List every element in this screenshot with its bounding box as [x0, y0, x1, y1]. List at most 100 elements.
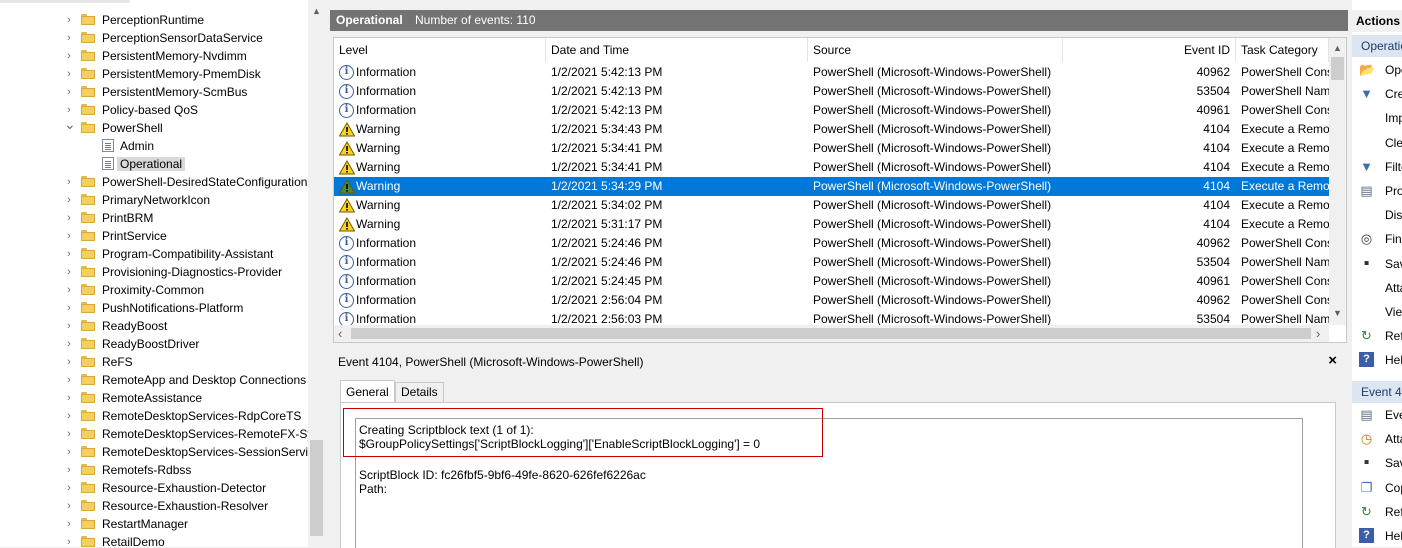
- grid-hscroll-thumb[interactable]: [351, 328, 1311, 339]
- table-row[interactable]: Warning 1/2/2021 5:34:43 PM PowerShell (Mi…: [334, 120, 1329, 139]
- chevron-right-icon[interactable]: ›: [64, 446, 74, 458]
- tree-item[interactable]: › ReFS: [0, 353, 308, 371]
- chevron-right-icon[interactable]: ›: [64, 14, 74, 26]
- tree-item[interactable]: › PerceptionRuntime: [0, 11, 308, 29]
- chevron-right-icon[interactable]: ›: [64, 86, 74, 98]
- scroll-up-arrow-icon[interactable]: ▲: [1333, 43, 1342, 53]
- chevron-right-icon[interactable]: ›: [64, 248, 74, 260]
- column-header[interactable]: Event ID: [1063, 38, 1236, 62]
- table-row[interactable]: i Information 1/2/2021 5:42:13 PM PowerShel…: [334, 101, 1329, 120]
- chevron-right-icon[interactable]: ›: [64, 68, 74, 80]
- tree-item[interactable]: › PushNotifications-Platform: [0, 299, 308, 317]
- tree-item[interactable]: › RemoteApp and Desktop Connections: [0, 371, 308, 389]
- tree-item[interactable]: › PersistentMemory-Nvdimm: [0, 47, 308, 65]
- tab-general[interactable]: General: [340, 380, 395, 403]
- tree-item[interactable]: › Resource-Exhaustion-Detector: [0, 479, 308, 497]
- chevron-right-icon[interactable]: ›: [64, 500, 74, 512]
- action-item[interactable]: ? Help: [1352, 524, 1402, 547]
- tree-item[interactable]: › ReadyBoost: [0, 317, 308, 335]
- action-item[interactable]: View: [1352, 300, 1402, 324]
- tree-item[interactable]: › PrintBRM: [0, 209, 308, 227]
- tree-item[interactable]: › PrintService: [0, 227, 308, 245]
- chevron-right-icon[interactable]: ›: [64, 320, 74, 332]
- tab-details[interactable]: Details: [395, 382, 444, 402]
- column-header[interactable]: Level: [334, 38, 546, 62]
- tree-item[interactable]: › RemoteDesktopServices-RdpCoreTS: [0, 407, 308, 425]
- chevron-right-icon[interactable]: ›: [64, 50, 74, 62]
- column-header[interactable]: Source: [808, 38, 1063, 62]
- action-item[interactable]: Disable Log: [1352, 203, 1402, 227]
- grid-horizontal-scrollbar[interactable]: ‹ ›: [334, 325, 1329, 342]
- tree-item[interactable]: › RemoteDesktopServices-RemoteFX-Syn: [0, 425, 308, 443]
- chevron-right-icon[interactable]: ›: [64, 338, 74, 350]
- action-item[interactable]: ❐ Copy: [1352, 476, 1402, 500]
- table-row[interactable]: i Information 1/2/2021 5:24:45 PM PowerShel…: [334, 272, 1329, 291]
- tree-item[interactable]: Admin: [0, 137, 308, 155]
- actions-section-log[interactable]: Operational: [1352, 35, 1402, 57]
- tree-item[interactable]: › RetailDemo: [0, 533, 308, 547]
- action-item[interactable]: ▤ Properties: [1352, 179, 1402, 203]
- table-row[interactable]: Warning 1/2/2021 5:34:29 PM PowerShell (Mi…: [334, 177, 1329, 196]
- chevron-right-icon[interactable]: ›: [64, 230, 74, 242]
- action-item[interactable]: Clear Log...: [1352, 131, 1402, 155]
- tree-item[interactable]: › Policy-based QoS: [0, 101, 308, 119]
- tree-item[interactable]: › PerceptionSensorDataService: [0, 29, 308, 47]
- action-item[interactable]: Attach a Task To this Log...: [1352, 276, 1402, 300]
- close-icon[interactable]: ×: [1328, 352, 1337, 369]
- action-item[interactable]: ▼ Filter Current Log...: [1352, 155, 1402, 179]
- chevron-right-icon[interactable]: ›: [64, 266, 74, 278]
- table-row[interactable]: i Information 1/2/2021 5:24:46 PM PowerShel…: [334, 253, 1329, 272]
- chevron-right-icon[interactable]: ›: [64, 176, 74, 188]
- chevron-right-icon[interactable]: ›: [64, 32, 74, 44]
- chevron-right-icon[interactable]: ›: [64, 518, 74, 530]
- scroll-down-arrow-icon[interactable]: ▼: [1333, 308, 1342, 318]
- action-item[interactable]: ▪ Save All Events As...: [1352, 252, 1402, 276]
- table-row[interactable]: Warning 1/2/2021 5:34:02 PM PowerShell (Mi…: [334, 196, 1329, 215]
- scroll-right-arrow-icon[interactable]: ›: [1316, 326, 1320, 341]
- action-item[interactable]: ◷ Attach Task To This Event...: [1352, 427, 1402, 451]
- tree-scroll-thumb[interactable]: [310, 440, 323, 536]
- chevron-right-icon[interactable]: ›: [64, 536, 74, 547]
- action-item[interactable]: ▼ Create Custom View...: [1352, 82, 1402, 106]
- chevron-right-icon[interactable]: ›: [64, 356, 74, 368]
- table-row[interactable]: Warning 1/2/2021 5:34:41 PM PowerShell (Mi…: [334, 139, 1329, 158]
- action-item[interactable]: ↻ Refresh: [1352, 500, 1402, 524]
- tree-item[interactable]: ⌄ PowerShell: [0, 119, 308, 137]
- tree-item[interactable]: › Proximity-Common: [0, 281, 308, 299]
- action-item[interactable]: ↻ Refresh: [1352, 324, 1402, 348]
- table-row[interactable]: i Information 1/2/2021 5:42:13 PM PowerShel…: [334, 82, 1329, 101]
- table-row[interactable]: i Information 1/2/2021 5:24:46 PM PowerShel…: [334, 234, 1329, 253]
- grid-vertical-scrollbar[interactable]: ▲ ▼: [1329, 38, 1346, 325]
- table-row[interactable]: Warning 1/2/2021 5:31:17 PM PowerShell (Mi…: [334, 215, 1329, 234]
- chevron-right-icon[interactable]: ›: [64, 464, 74, 476]
- tree-item[interactable]: › RemoteDesktopServices-SessionService: [0, 443, 308, 461]
- column-header[interactable]: Date and Time: [546, 38, 808, 62]
- action-item[interactable]: ? Help: [1352, 348, 1402, 372]
- scroll-up-arrow-icon[interactable]: ▲: [312, 6, 321, 16]
- chevron-right-icon[interactable]: ›: [64, 104, 74, 116]
- action-item[interactable]: 📂 Open Saved Log...: [1352, 58, 1402, 82]
- action-item[interactable]: ▪ Save Selected Events...: [1352, 451, 1402, 475]
- table-row[interactable]: i Information 1/2/2021 2:56:04 PM PowerShel…: [334, 291, 1329, 310]
- tree-item[interactable]: › PowerShell-DesiredStateConfiguration-: [0, 173, 308, 191]
- chevron-right-icon[interactable]: ›: [64, 428, 74, 440]
- tree-item[interactable]: Operational: [0, 155, 308, 173]
- tree-item[interactable]: › RestartManager: [0, 515, 308, 533]
- action-item[interactable]: ◎ Find...: [1352, 227, 1402, 251]
- chevron-right-icon[interactable]: ›: [64, 194, 74, 206]
- scroll-left-arrow-icon[interactable]: ‹: [338, 326, 342, 341]
- actions-section-event[interactable]: Event 4104, PowerShell: [1352, 381, 1402, 403]
- action-item[interactable]: Import Custom View...: [1352, 106, 1402, 130]
- table-row[interactable]: Warning 1/2/2021 5:34:41 PM PowerShell (Mi…: [334, 158, 1329, 177]
- action-item[interactable]: ▤ Event Properties: [1352, 403, 1402, 427]
- tree-item[interactable]: › ReadyBoostDriver: [0, 335, 308, 353]
- tree-item[interactable]: › Remotefs-Rdbss: [0, 461, 308, 479]
- tree-vertical-scrollbar[interactable]: ▲: [308, 0, 325, 547]
- column-header[interactable]: Task Category: [1236, 38, 1329, 62]
- tree-item[interactable]: › Resource-Exhaustion-Resolver: [0, 497, 308, 515]
- chevron-right-icon[interactable]: ›: [64, 212, 74, 224]
- chevron-down-icon[interactable]: ⌄: [64, 119, 76, 131]
- tree-item[interactable]: › PersistentMemory-PmemDisk: [0, 65, 308, 83]
- chevron-right-icon[interactable]: ›: [64, 482, 74, 494]
- chevron-right-icon[interactable]: ›: [64, 410, 74, 422]
